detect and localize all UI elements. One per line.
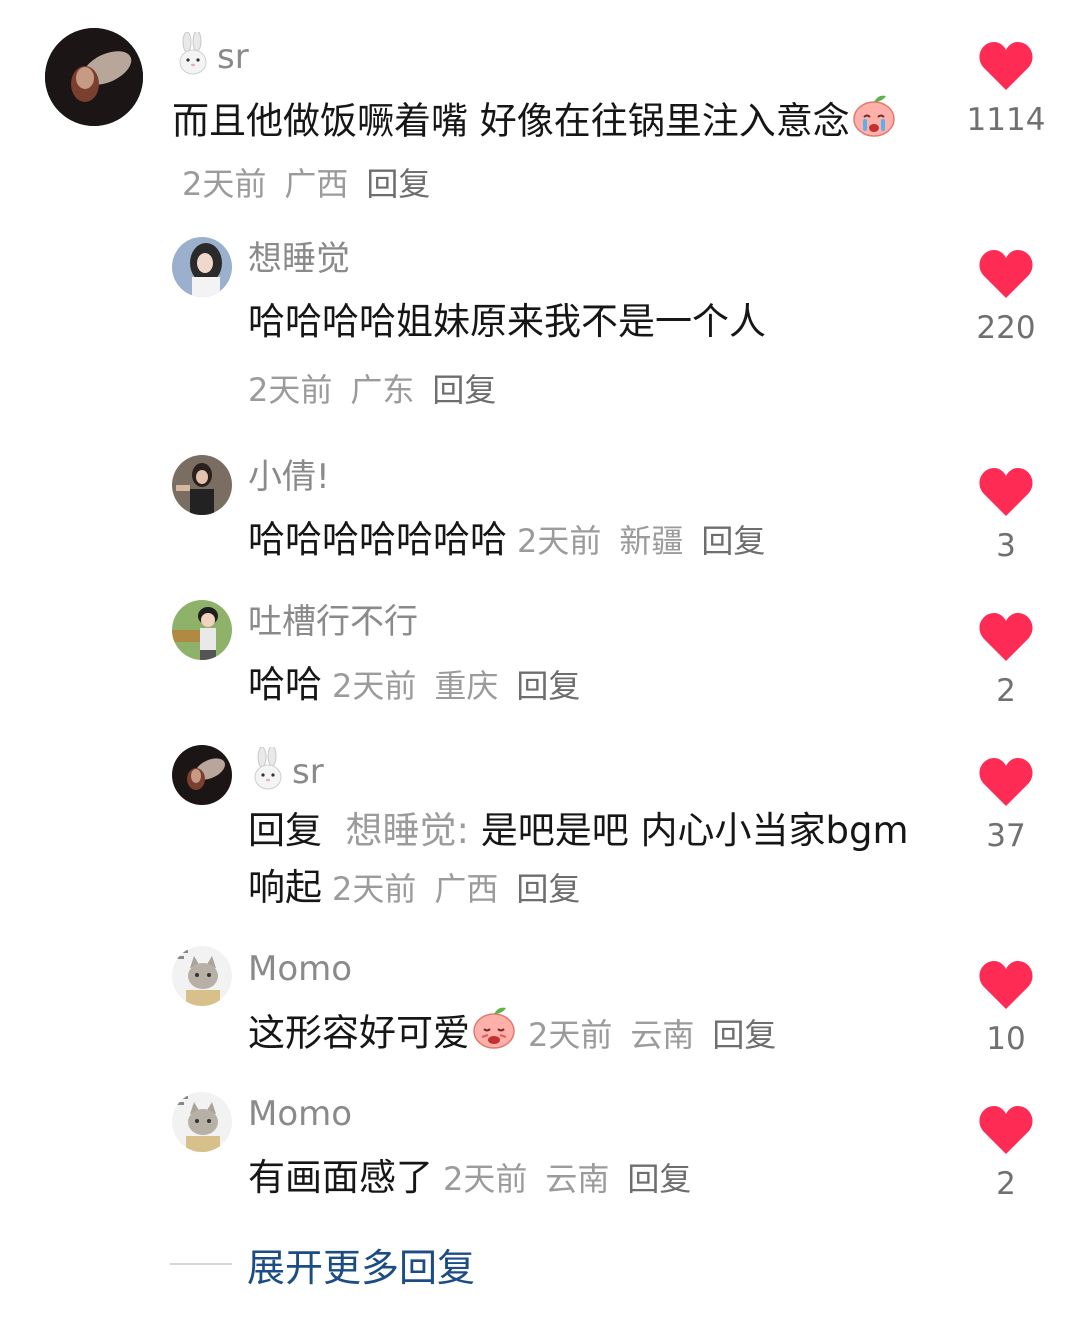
reply-button[interactable]: 回复 xyxy=(516,667,580,705)
username[interactable]: 吐槽行不行 xyxy=(248,602,418,642)
timestamp: 2天前 xyxy=(182,165,267,203)
timestamp: 2天前 xyxy=(248,371,333,409)
heart-icon xyxy=(979,468,1033,516)
comment-text[interactable]: 这形容好可爱 2天前 云南 回复 xyxy=(248,1004,938,1066)
comment-meta: 2天前 重庆 回复 xyxy=(332,667,580,705)
reply-button[interactable]: 回复 xyxy=(627,1160,691,1198)
like-button[interactable]: 10 xyxy=(961,959,1051,1057)
comment-text[interactable]: 回复 想睡觉: 是吧是吧 内心小当家bgm响起 2天前 广西 回复 xyxy=(248,802,928,918)
heart-icon xyxy=(979,250,1033,298)
comment-meta: 2天前 广东 回复 xyxy=(248,365,496,411)
heart-icon xyxy=(979,961,1033,1009)
like-count: 1114 xyxy=(966,102,1046,138)
like-count: 2 xyxy=(996,1166,1016,1202)
comment-text[interactable]: 而且他做饭噘着嘴 好像在往锅里注入意念 2天前 广西 回复 xyxy=(172,92,912,213)
reply-button[interactable]: 回复 xyxy=(366,165,430,203)
like-button[interactable]: 220 xyxy=(961,248,1051,346)
comment-body: 有画面感了 xyxy=(248,1156,433,1199)
heart-icon xyxy=(979,613,1033,661)
comment-body: 哈哈哈哈姐妹原来我不是一个人 xyxy=(248,300,766,343)
timestamp: 2天前 xyxy=(517,522,602,560)
divider xyxy=(170,1263,232,1265)
peach-crying-emoji xyxy=(470,1004,518,1066)
comment-meta: 2天前 云南 回复 xyxy=(443,1160,691,1198)
like-button[interactable]: 1114 xyxy=(961,40,1051,138)
rabbit-icon xyxy=(248,745,288,800)
timestamp: 2天前 xyxy=(528,1015,613,1054)
avatar[interactable] xyxy=(172,946,232,1006)
reply-to-user[interactable]: 想睡觉: xyxy=(346,809,469,852)
heart-icon xyxy=(979,1106,1033,1154)
comment-body: 哈哈 xyxy=(248,663,322,706)
like-count: 37 xyxy=(986,818,1026,854)
expand-more-label: 展开更多回复 xyxy=(247,1245,476,1290)
reply-prefix: 回复 xyxy=(248,809,322,852)
location: 云南 xyxy=(630,1015,695,1054)
like-count: 2 xyxy=(996,673,1016,709)
username[interactable]: 小倩! xyxy=(248,457,330,497)
like-count: 10 xyxy=(986,1021,1026,1057)
comment-text[interactable]: 有画面感了 2天前 云南 回复 xyxy=(248,1149,938,1208)
username-text: sr xyxy=(217,37,249,77)
location: 广东 xyxy=(350,371,415,409)
reply-button[interactable]: 回复 xyxy=(701,522,765,560)
rabbit-icon xyxy=(173,30,213,85)
timestamp: 2天前 xyxy=(332,870,417,908)
comment-body: 哈哈哈哈哈哈哈 xyxy=(248,518,507,561)
reply-button[interactable]: 回复 xyxy=(516,870,580,908)
location: 广西 xyxy=(284,165,349,203)
comment-meta: 2天前 云南 回复 xyxy=(528,1016,776,1054)
comment-meta: 2天前 新疆 回复 xyxy=(517,522,765,560)
avatar[interactable] xyxy=(172,455,232,515)
comment-body: 这形容好可爱 xyxy=(248,1011,470,1055)
comment-text[interactable]: 哈哈哈哈姐妹原来我不是一个人 xyxy=(248,293,938,350)
like-button[interactable]: 3 xyxy=(961,466,1051,564)
timestamp: 2天前 xyxy=(332,667,417,705)
avatar[interactable] xyxy=(172,237,232,297)
like-button[interactable]: 37 xyxy=(961,756,1051,854)
comment-text[interactable]: 哈哈哈哈哈哈哈 2天前 新疆 回复 xyxy=(248,511,938,570)
expand-more-replies[interactable]: 展开更多回复 xyxy=(170,1236,475,1292)
username[interactable]: 想睡觉 xyxy=(248,239,350,279)
reply-button[interactable]: 回复 xyxy=(712,1016,776,1054)
comment-meta: 2天前 广西 回复 xyxy=(332,870,580,908)
location: 云南 xyxy=(545,1160,610,1198)
location: 重庆 xyxy=(434,667,499,705)
username[interactable]: sr xyxy=(173,30,249,85)
username[interactable]: Momo xyxy=(248,949,352,989)
username-text: sr xyxy=(292,752,324,792)
heart-icon xyxy=(979,758,1033,806)
avatar[interactable] xyxy=(172,745,232,805)
username[interactable]: sr xyxy=(248,745,324,800)
username[interactable]: Momo xyxy=(248,1094,352,1134)
comment-body: 而且他做饭噘着嘴 好像在往锅里注入意念 xyxy=(172,99,850,143)
comment-text[interactable]: 哈哈 2天前 重庆 回复 xyxy=(248,656,938,715)
avatar[interactable] xyxy=(45,28,143,126)
like-button[interactable]: 2 xyxy=(961,1104,1051,1202)
like-button[interactable]: 2 xyxy=(961,611,1051,709)
reply-button[interactable]: 回复 xyxy=(432,371,496,409)
timestamp: 2天前 xyxy=(443,1160,528,1198)
location: 广西 xyxy=(434,870,499,908)
like-count: 3 xyxy=(996,528,1016,564)
location: 新疆 xyxy=(619,522,684,560)
peach-crying-emoji xyxy=(850,92,898,154)
avatar[interactable] xyxy=(172,600,232,660)
like-count: 220 xyxy=(976,310,1036,346)
heart-icon xyxy=(979,42,1033,90)
comment-meta: 2天前 广西 回复 xyxy=(182,165,430,203)
avatar[interactable] xyxy=(172,1092,232,1152)
